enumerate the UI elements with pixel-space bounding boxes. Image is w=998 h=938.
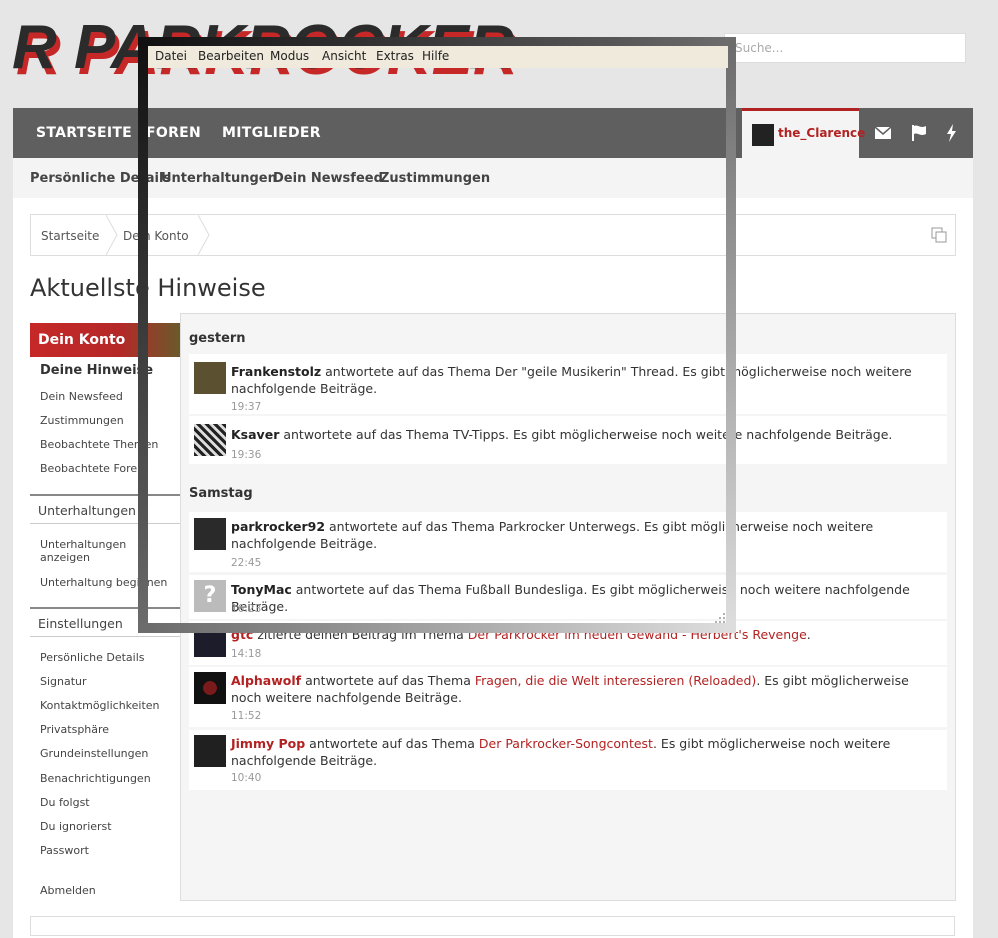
user-avatar[interactable] bbox=[194, 672, 226, 704]
sidebar-item-newsfeed[interactable]: Dein Newsfeed bbox=[40, 390, 123, 403]
alert-thread[interactable]: Der Parkrocker-Songcontest bbox=[479, 736, 653, 751]
alert-time: 19:36 bbox=[231, 449, 262, 461]
alert-user[interactable]: gtc bbox=[231, 627, 253, 642]
sidebar-item-passwort[interactable]: Passwort bbox=[40, 844, 89, 857]
breadcrumb-chevron-icon bbox=[106, 215, 118, 255]
alert-user[interactable]: Alphawolf bbox=[231, 673, 301, 688]
user-name: the_Clarence bbox=[778, 126, 866, 140]
alerts-panel: gestern Frankenstolz antwortete auf das … bbox=[180, 313, 956, 901]
resize-grip-icon[interactable] bbox=[714, 612, 726, 624]
sidebar-item-kontaktmoeglichkeiten[interactable]: Kontaktmöglichkeiten bbox=[40, 699, 160, 712]
nav-mitglieder[interactable]: MITGLIEDER bbox=[222, 108, 321, 158]
alert-user[interactable]: Frankenstolz bbox=[231, 364, 321, 379]
nav-startseite[interactable]: STARTSEITE bbox=[36, 108, 132, 158]
sidebar-item-unterhaltungen-anzeigen[interactable]: Unterhaltungen anzeigen bbox=[40, 538, 140, 564]
alert-item[interactable]: Jimmy Pop antwortete auf das Thema Der P… bbox=[189, 730, 947, 790]
alert-time: 19:37 bbox=[231, 401, 262, 413]
search-placeholder: Suche... bbox=[735, 41, 784, 55]
sidebar-header[interactable]: Dein Konto bbox=[30, 323, 180, 357]
alert-user[interactable]: Ksaver bbox=[231, 427, 279, 442]
sidebar-item-beobachtete-themen[interactable]: Beobachtete Themen bbox=[40, 438, 158, 451]
alert-time: 16:23 bbox=[231, 603, 262, 615]
subnav-newsfeed[interactable]: Dein Newsfeed bbox=[273, 171, 383, 186]
alert-item[interactable]: Alphawolf antwortete auf das Thema Frage… bbox=[189, 667, 947, 727]
alert-item[interactable]: gtc zitierte deinen Beitrag im Thema Der… bbox=[189, 621, 947, 665]
alert-user[interactable]: Jimmy Pop bbox=[231, 736, 305, 751]
user-avatar[interactable] bbox=[194, 735, 226, 767]
alert-thread[interactable]: Der Parkrocker im neuen Gewand - Herbert… bbox=[468, 627, 807, 642]
user-avatar bbox=[752, 124, 774, 146]
alert-time: 22:45 bbox=[231, 557, 262, 569]
date-header: Samstag bbox=[189, 486, 253, 501]
menu-bearbeiten[interactable]: Bearbeiten bbox=[198, 49, 264, 63]
flag-icon[interactable] bbox=[909, 123, 929, 143]
sidebar-item-grundeinstellungen[interactable]: Grundeinstellungen bbox=[40, 747, 148, 760]
page-title: Aktuellste Hinweise bbox=[30, 274, 266, 302]
user-menu[interactable]: the_Clarence bbox=[742, 108, 865, 158]
sub-nav: Persönliche Details Unterhaltungen Dein … bbox=[13, 158, 973, 199]
menu-hilfe[interactable]: Hilfe bbox=[422, 49, 449, 63]
sidebar-item-signatur[interactable]: Signatur bbox=[40, 675, 87, 688]
footer-breadcrumb bbox=[30, 916, 955, 936]
bolt-icon[interactable] bbox=[942, 123, 962, 143]
search-input[interactable]: Suche... bbox=[724, 33, 966, 63]
alert-thread[interactable]: Parkrocker Unterwegs bbox=[499, 519, 636, 534]
copy-icon[interactable] bbox=[931, 227, 947, 243]
menu-extras[interactable]: Extras bbox=[376, 49, 414, 63]
content-area: Startseite Dein Konto Aktuellste Hinweis… bbox=[13, 198, 973, 938]
sidebar-item-hinweise[interactable]: Deine Hinweise bbox=[40, 363, 153, 378]
nav-foren[interactable]: FOREN bbox=[146, 108, 201, 158]
breadcrumb: Startseite Dein Konto bbox=[30, 214, 956, 256]
sidebar-group-einstellungen[interactable]: Einstellungen bbox=[30, 607, 180, 637]
sidebar-item-privatsphaere[interactable]: Privatsphäre bbox=[40, 723, 109, 736]
alert-time: 14:18 bbox=[231, 648, 262, 660]
sidebar-item-du-ignorierst[interactable]: Du ignorierst bbox=[40, 820, 112, 833]
sidebar-item-du-folgst[interactable]: Du folgst bbox=[40, 796, 90, 809]
alert-thread[interactable]: Fußball Bundesliga bbox=[466, 582, 584, 597]
alert-user[interactable]: parkrocker92 bbox=[231, 519, 325, 534]
alert-time: 11:52 bbox=[231, 710, 262, 722]
user-avatar[interactable] bbox=[194, 518, 226, 550]
alert-item[interactable]: Frankenstolz antwortete auf das Thema De… bbox=[189, 354, 947, 414]
alert-thread[interactable]: Fragen, die die Welt interessieren (Relo… bbox=[475, 673, 756, 688]
sidebar-item-benachrichtigungen[interactable]: Benachrichtigungen bbox=[40, 772, 151, 785]
default-avatar-icon[interactable]: ? bbox=[194, 580, 226, 612]
breadcrumb-chevron-icon bbox=[198, 215, 210, 255]
subnav-persoenliche-details[interactable]: Persönliche Details bbox=[30, 171, 171, 186]
subnav-zustimmungen[interactable]: Zustimmungen bbox=[380, 171, 490, 186]
sidebar-item-abmelden[interactable]: Abmelden bbox=[40, 884, 96, 897]
alert-user[interactable]: TonyMac bbox=[231, 582, 292, 597]
user-avatar[interactable] bbox=[194, 625, 226, 657]
main-nav: STARTSEITE FOREN MITGLIEDER the_Clarence bbox=[13, 108, 973, 158]
menu-ansicht[interactable]: Ansicht bbox=[322, 49, 366, 63]
capture-menubar: Datei Bearbeiten Modus Ansicht Extras Hi… bbox=[148, 46, 728, 68]
sidebar-item-unterhaltung-beginnen[interactable]: Unterhaltung beginnen bbox=[40, 576, 167, 589]
alert-item[interactable]: parkrocker92 antwortete auf das Thema Pa… bbox=[189, 512, 947, 572]
breadcrumb-dein-konto[interactable]: Dein Konto bbox=[123, 229, 189, 243]
menu-datei[interactable]: Datei bbox=[155, 49, 187, 63]
breadcrumb-startseite[interactable]: Startseite bbox=[41, 229, 99, 243]
sidebar-item-persoenliche-details[interactable]: Persönliche Details bbox=[40, 651, 145, 664]
envelope-icon[interactable] bbox=[873, 123, 893, 143]
user-avatar[interactable] bbox=[194, 424, 226, 456]
date-header: gestern bbox=[189, 331, 246, 346]
sidebar-group-unterhaltungen[interactable]: Unterhaltungen bbox=[30, 494, 180, 524]
menu-modus[interactable]: Modus bbox=[270, 49, 309, 63]
sidebar-item-zustimmungen[interactable]: Zustimmungen bbox=[40, 414, 124, 427]
sidebar-item-beobachtete-foren[interactable]: Beobachtete Foren bbox=[40, 462, 144, 475]
alert-thread[interactable]: TV-Tipps bbox=[453, 427, 505, 442]
alert-time: 10:40 bbox=[231, 772, 262, 784]
alert-thread[interactable]: Der "geile Musikerin" Thread bbox=[495, 364, 675, 379]
alert-item[interactable]: ? TonyMac antwortete auf das Thema Fußba… bbox=[189, 575, 947, 619]
subnav-unterhaltungen[interactable]: Unterhaltungen bbox=[161, 171, 277, 186]
alert-item[interactable]: Ksaver antwortete auf das Thema TV-Tipps… bbox=[189, 416, 947, 464]
user-avatar[interactable] bbox=[194, 362, 226, 394]
